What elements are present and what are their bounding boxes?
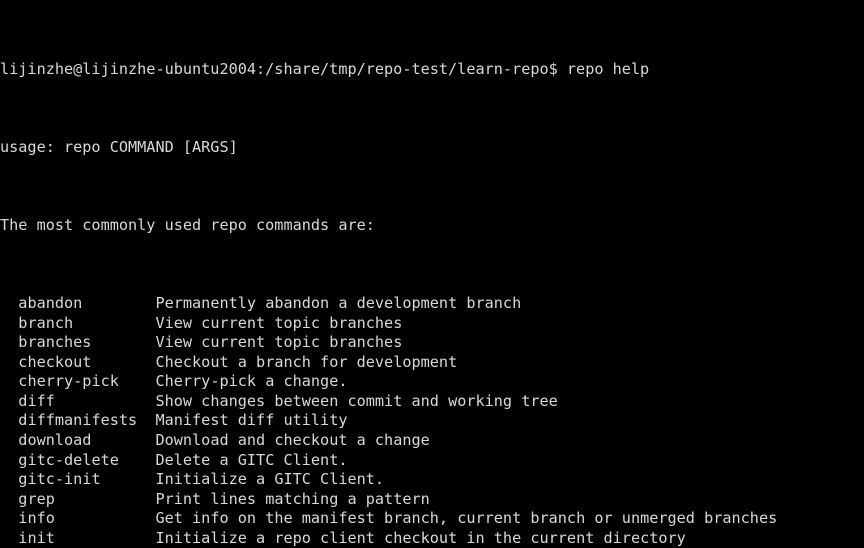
column-gap — [55, 509, 156, 529]
row-indent — [0, 392, 18, 412]
column-gap — [101, 470, 156, 490]
command-description: Initialize a GITC Client. — [155, 470, 385, 489]
command-name: info — [18, 509, 55, 528]
command-description: Download and checkout a change — [155, 431, 430, 450]
command-description: Checkout a branch for development — [155, 352, 458, 371]
command-description: Print lines matching a pattern — [155, 489, 430, 508]
command-row: abandon Permanently abandon a developmen… — [0, 294, 864, 314]
column-gap — [55, 529, 156, 548]
command-row: branch View current topic branches — [0, 314, 864, 334]
column-gap — [73, 314, 155, 334]
command-row: gitc-init Initialize a GITC Client. — [0, 470, 864, 490]
command-description: Permanently abandon a development branch — [155, 294, 522, 313]
command-name: cherry-pick — [18, 372, 119, 391]
command-row: grep Print lines matching a pattern — [0, 490, 864, 510]
column-gap — [55, 490, 156, 510]
command-name: branches — [18, 333, 92, 352]
row-indent — [0, 411, 18, 431]
row-indent — [0, 509, 18, 529]
column-gap — [91, 431, 155, 451]
commands-header-line: The most commonly used repo commands are… — [0, 216, 375, 235]
command-name: grep — [18, 489, 55, 508]
column-gap — [82, 294, 155, 314]
command-description: Delete a GITC Client. — [155, 450, 348, 469]
column-gap — [91, 353, 155, 373]
row-indent — [0, 372, 18, 392]
command-row: init Initialize a repo client checkout i… — [0, 529, 864, 548]
column-gap — [91, 333, 155, 353]
column-gap — [55, 392, 156, 412]
command-description: Initialize a repo client checkout in the… — [155, 528, 686, 547]
command-name: branch — [18, 313, 74, 332]
command-description: Manifest diff utility — [155, 411, 348, 430]
command-name: diffmanifests — [18, 411, 138, 430]
row-indent — [0, 490, 18, 510]
command-name: gitc-delete — [18, 450, 119, 469]
row-indent — [0, 431, 18, 451]
command-description: Cherry-pick a change. — [155, 372, 348, 391]
command-name: abandon — [18, 294, 83, 313]
command-row: diff Show changes between commit and wor… — [0, 392, 864, 412]
column-gap — [119, 451, 156, 471]
command-row: branches View current topic branches — [0, 333, 864, 353]
command-row: cherry-pick Cherry-pick a change. — [0, 372, 864, 392]
command-row: download Download and checkout a change — [0, 431, 864, 451]
command-description: Show changes between commit and working … — [155, 391, 558, 410]
terminal-output-area[interactable]: lijinzhe@lijinzhe-ubuntu2004:/share/tmp/… — [0, 0, 864, 548]
column-gap — [137, 411, 155, 431]
command-description: View current topic branches — [155, 333, 403, 352]
command-name: download — [18, 431, 92, 450]
command-row: diffmanifests Manifest diff utility — [0, 411, 864, 431]
command-description: Get info on the manifest branch, current… — [155, 509, 778, 528]
command-row: info Get info on the manifest branch, cu… — [0, 509, 864, 529]
row-indent — [0, 451, 18, 471]
command-row: checkout Checkout a branch for developme… — [0, 353, 864, 373]
command-name: diff — [18, 391, 55, 410]
command-name: checkout — [18, 352, 92, 371]
usage-line: usage: repo COMMAND [ARGS] — [0, 137, 238, 156]
command-name: gitc-init — [18, 470, 101, 489]
row-indent — [0, 333, 18, 353]
command-list: abandon Permanently abandon a developmen… — [0, 294, 864, 548]
shell-prompt-line: lijinzhe@lijinzhe-ubuntu2004:/share/tmp/… — [0, 59, 650, 78]
row-indent — [0, 470, 18, 490]
row-indent — [0, 529, 18, 548]
row-indent — [0, 314, 18, 334]
command-name: init — [18, 528, 55, 547]
command-row: gitc-delete Delete a GITC Client. — [0, 451, 864, 471]
column-gap — [119, 372, 156, 392]
row-indent — [0, 294, 18, 314]
command-description: View current topic branches — [155, 313, 403, 332]
row-indent — [0, 353, 18, 373]
